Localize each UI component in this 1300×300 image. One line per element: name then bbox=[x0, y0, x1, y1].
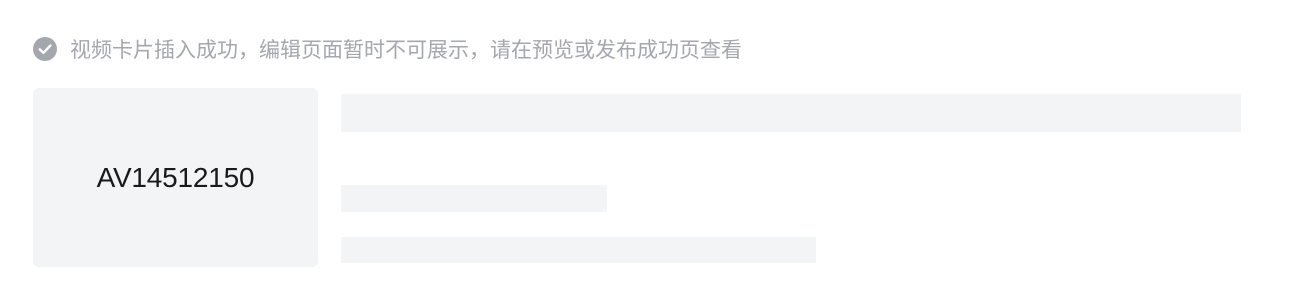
video-meta-placeholder-2 bbox=[341, 237, 816, 263]
video-id-label: AV14512150 bbox=[96, 161, 255, 193]
check-circle-icon bbox=[33, 37, 57, 61]
video-title-placeholder bbox=[341, 94, 1241, 132]
video-card-cover: AV14512150 bbox=[33, 88, 318, 267]
insert-success-notice: 视频卡片插入成功，编辑页面暂时不可展示，请在预览或发布成功页查看 bbox=[33, 34, 742, 64]
video-meta-placeholder-1 bbox=[341, 185, 607, 212]
notice-text: 视频卡片插入成功，编辑页面暂时不可展示，请在预览或发布成功页查看 bbox=[70, 38, 742, 62]
